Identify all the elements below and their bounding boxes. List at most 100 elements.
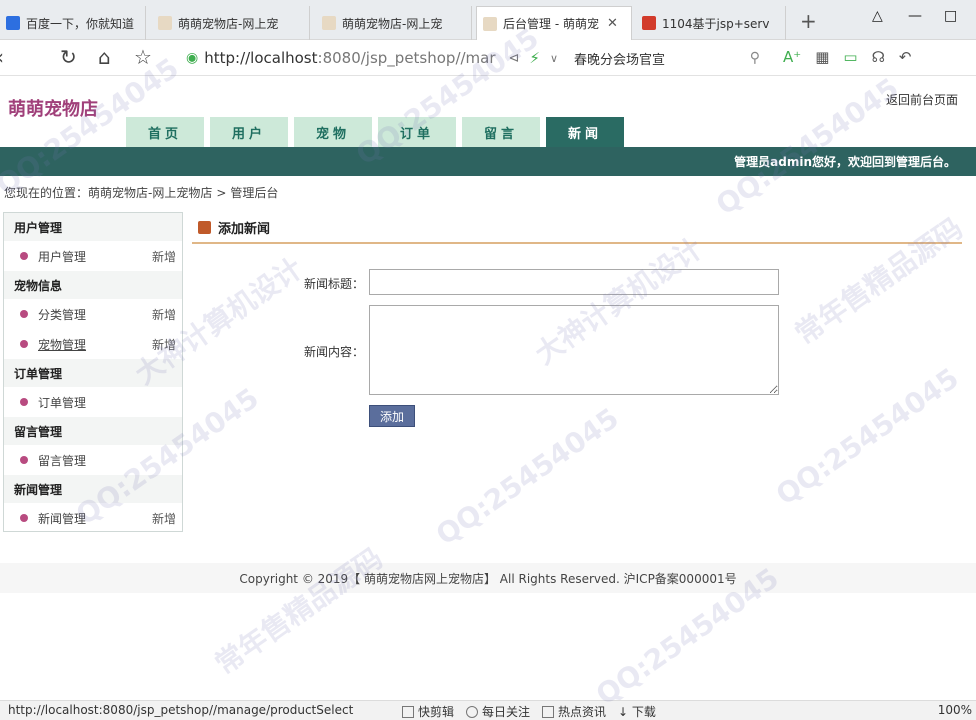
- copyright-text: Copyright © 2019【 萌萌宠物店网上宠物店】 All Rights…: [239, 571, 737, 586]
- bullet-icon: [20, 398, 28, 406]
- undo-icon[interactable]: ↶: [899, 48, 912, 66]
- sidebar-group-users: 用户管理: [4, 213, 182, 241]
- sidebar-group-news: 新闻管理: [4, 475, 182, 503]
- nav-tab-pets[interactable]: 宠物: [294, 117, 372, 147]
- maximize-icon[interactable]: □: [944, 8, 957, 24]
- browser-tab-1[interactable]: 百度一下，你就知道: [0, 6, 146, 40]
- chevron-down-icon[interactable]: ∨: [550, 52, 558, 65]
- sidebar-item-user-manage[interactable]: 用户管理 新增: [4, 241, 182, 271]
- minimize-icon[interactable]: —: [908, 8, 922, 24]
- news-content-label: 新闻内容：: [304, 345, 365, 359]
- breadcrumb-home-link[interactable]: 萌萌宠物店-网上宠物店: [88, 186, 212, 200]
- back-to-front-link[interactable]: 返回前台页面: [886, 91, 958, 108]
- quick-clip-button[interactable]: 快剪辑: [402, 703, 454, 720]
- home-icon[interactable]: ⌂: [98, 46, 111, 68]
- add-category-link[interactable]: 新增: [152, 306, 176, 323]
- sidebar-item-label[interactable]: 用户管理: [38, 248, 152, 265]
- download-arrow-icon: ↓: [618, 705, 632, 719]
- play-icon: [466, 706, 479, 718]
- welcome-banner: 管理员admin您好，欢迎回到管理后台。: [0, 147, 976, 176]
- browser-tab-3[interactable]: 萌萌宠物店-网上宠: [316, 6, 472, 40]
- section-icon: [198, 221, 211, 234]
- close-tab-icon[interactable]: ✕: [607, 16, 618, 31]
- address-path: :8080/jsp_petshop//mar: [317, 49, 496, 67]
- add-user-link[interactable]: 新增: [152, 248, 176, 265]
- battery-icon[interactable]: ▭: [843, 48, 857, 66]
- news-title-label: 新闻标题：: [304, 277, 365, 291]
- nav-tab-orders[interactable]: 订单: [378, 117, 456, 147]
- tab-title: 萌萌宠物店-网上宠: [178, 16, 279, 31]
- sidebar-group-messages: 留言管理: [4, 417, 182, 445]
- page-favicon-icon: [642, 16, 656, 30]
- add-pet-link[interactable]: 新增: [152, 336, 176, 353]
- breadcrumb: 您现在的位置：萌萌宠物店-网上宠物店 > 管理后台: [4, 184, 278, 201]
- headphones-icon[interactable]: ☊: [872, 48, 885, 66]
- add-news-button[interactable]: 添加: [369, 405, 415, 427]
- breadcrumb-separator: >: [216, 186, 227, 200]
- sidebar-item-category-manage[interactable]: 分类管理 新增: [4, 299, 182, 329]
- browser-status-bar: http://localhost:8080/jsp_petshop//manag…: [0, 700, 976, 720]
- new-tab-button[interactable]: +: [800, 9, 817, 33]
- sidebar-item-label[interactable]: 宠物管理: [38, 336, 152, 353]
- reload-icon[interactable]: ↻: [60, 46, 77, 68]
- news-icon: [542, 706, 555, 718]
- sidebar-item-news-manage[interactable]: 新闻管理 新增: [4, 503, 182, 533]
- status-tool-label: 热点资讯: [558, 705, 607, 719]
- back-arrow-icon[interactable]: ‹: [0, 46, 4, 68]
- translate-icon[interactable]: A⁺: [783, 48, 801, 66]
- scissors-icon: [402, 706, 414, 718]
- search-icon[interactable]: ⚲: [750, 50, 760, 66]
- sidebar-item-label[interactable]: 新闻管理: [38, 510, 152, 527]
- page-footer: Copyright © 2019【 萌萌宠物店网上宠物店】 All Rights…: [0, 563, 976, 593]
- sidebar-item-pet-manage[interactable]: 宠物管理 新增: [4, 329, 182, 359]
- page-favicon-icon: [322, 16, 336, 30]
- page-favicon-icon: [483, 16, 497, 31]
- nav-tab-news[interactable]: 新闻: [546, 117, 624, 147]
- sidebar-item-label[interactable]: 分类管理: [38, 306, 152, 323]
- sidebar-item-label[interactable]: 留言管理: [38, 452, 176, 469]
- sidebar-item-order-manage[interactable]: 订单管理: [4, 387, 182, 417]
- address-bar[interactable]: ◉ http://localhost :8080/jsp_petshop//ma…: [186, 45, 558, 71]
- share-icon[interactable]: ⊲: [508, 51, 519, 66]
- status-tool-label: 下载: [631, 705, 656, 719]
- star-icon[interactable]: ☆: [134, 46, 152, 68]
- search-suggestion: 春晚分会场官宣: [574, 52, 666, 68]
- tab-title: 1104基于jsp+serv: [662, 16, 770, 31]
- main-nav: 首页 用户 宠物 订单 留言 新闻: [126, 117, 630, 147]
- site-logo[interactable]: 萌萌宠物店: [8, 95, 98, 121]
- bullet-icon: [20, 456, 28, 464]
- sidebar-item-label[interactable]: 订单管理: [38, 394, 176, 411]
- news-content-textarea[interactable]: [369, 305, 779, 395]
- breadcrumb-current: 管理后台: [230, 186, 279, 200]
- browser-tab-5[interactable]: 1104基于jsp+serv: [636, 6, 786, 40]
- tab-title: 后台管理 - 萌萌宠: [503, 17, 599, 31]
- page-content: 萌萌宠物店 返回前台页面 首页 用户 宠物 订单 留言 新闻 管理员admin您…: [0, 77, 976, 700]
- status-tool-label: 每日关注: [482, 705, 531, 719]
- nav-tab-messages[interactable]: 留言: [462, 117, 540, 147]
- nav-tab-users[interactable]: 用户: [210, 117, 288, 147]
- browser-tab-2[interactable]: 萌萌宠物店-网上宠: [152, 6, 310, 40]
- add-news-link[interactable]: 新增: [152, 510, 176, 527]
- hot-news-button[interactable]: 热点资讯: [542, 703, 606, 720]
- search-input[interactable]: 春晚分会场官宣 ⚲: [564, 45, 760, 71]
- apps-grid-icon[interactable]: ▦: [815, 48, 829, 66]
- sidebar-group-orders: 订单管理: [4, 359, 182, 387]
- welcome-text: 管理员admin您好，欢迎回到管理后台。: [734, 155, 956, 169]
- nav-tab-home[interactable]: 首页: [126, 117, 204, 147]
- sidebar-item-message-manage[interactable]: 留言管理: [4, 445, 182, 475]
- zoom-level[interactable]: 100%: [938, 703, 972, 717]
- daily-focus-button[interactable]: 每日关注: [466, 703, 530, 720]
- status-tool-label: 快剪辑: [418, 705, 455, 719]
- shirt-skin-icon[interactable]: △: [872, 8, 883, 24]
- bullet-icon: [20, 340, 28, 348]
- browser-tab-strip: 百度一下，你就知道 萌萌宠物店-网上宠 萌萌宠物店-网上宠 后台管理 - 萌萌宠…: [0, 0, 976, 40]
- baidu-favicon-icon: [6, 16, 20, 30]
- sidebar-group-pets: 宠物信息: [4, 271, 182, 299]
- section-header: 添加新闻: [198, 218, 270, 237]
- status-url: http://localhost:8080/jsp_petshop//manag…: [8, 703, 354, 717]
- download-button[interactable]: ↓ 下载: [618, 703, 656, 720]
- news-title-input[interactable]: [369, 269, 779, 295]
- admin-sidebar: 用户管理 用户管理 新增 宠物信息 分类管理 新增 宠物管理 新增 订单管理 订…: [3, 212, 183, 532]
- lightning-icon[interactable]: ⚡: [529, 49, 540, 67]
- browser-tab-active[interactable]: 后台管理 - 萌萌宠 ✕: [476, 6, 632, 40]
